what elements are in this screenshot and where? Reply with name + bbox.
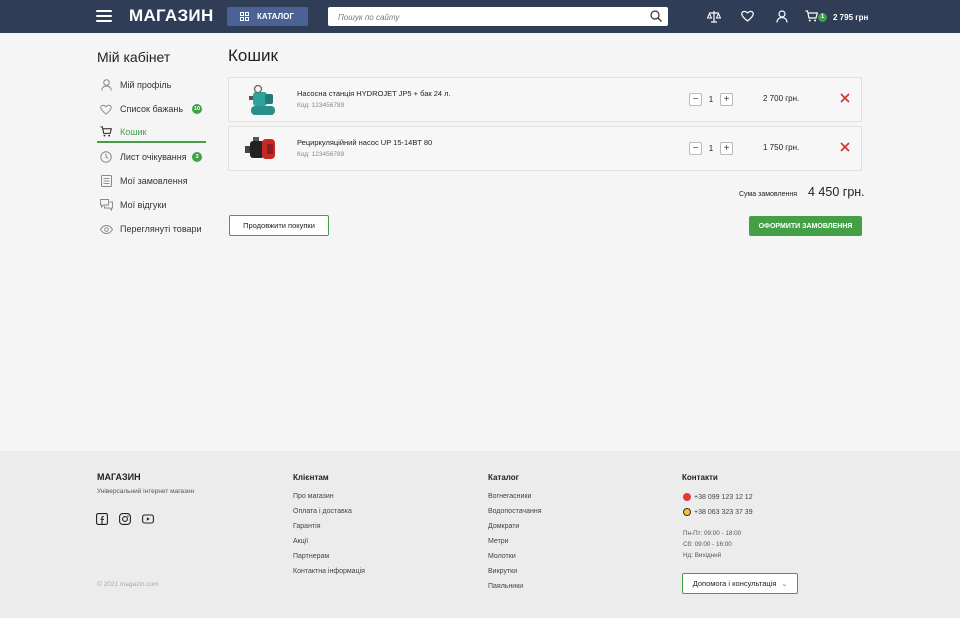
footer-link[interactable]: Метри — [488, 538, 509, 545]
sidebar-item-orders[interactable]: Мої замовлення — [97, 171, 206, 191]
sidebar-item-label: Список бажань — [120, 104, 184, 114]
page-title: Кошик — [228, 46, 278, 65]
sidebar-item-profile[interactable]: Мій профіль — [97, 75, 206, 95]
phone-number: +38 099 123 12 12 — [694, 493, 753, 501]
decrease-qty-button[interactable]: − — [689, 92, 702, 106]
working-hours: Пн-Пт: 09:00 - 18:00 — [683, 530, 742, 537]
grid-icon — [240, 12, 249, 21]
instagram-icon[interactable] — [119, 513, 131, 525]
footer-link[interactable]: Оплата і доставка — [293, 508, 352, 515]
user-icon — [96, 79, 116, 91]
footer-contacts-title: Контакти — [682, 473, 718, 482]
footer-link[interactable]: Контактна інформація — [293, 568, 365, 575]
quantity-stepper: − 1 + — [689, 140, 733, 156]
footer-catalog-title: Каталог — [488, 473, 519, 482]
cart-total[interactable]: 2 795 грн — [833, 13, 868, 22]
youtube-icon[interactable] — [142, 513, 154, 525]
continue-shopping-button[interactable]: Продовжити покупки — [229, 215, 329, 236]
waitlist-count-badge: 3 — [192, 152, 202, 162]
footer-link[interactable]: Молотки — [488, 553, 516, 560]
catalog-label: КАТАЛОГ — [257, 12, 294, 21]
footer-link[interactable]: Про магазин — [293, 493, 334, 500]
sidebar-item-cart[interactable]: Кошик — [97, 122, 206, 143]
footer-link[interactable]: Викрутки — [488, 568, 517, 575]
footer-link[interactable]: Вогнегасники — [488, 493, 531, 500]
wishlist-count-badge: 10 — [192, 104, 202, 114]
facebook-icon[interactable] — [96, 513, 108, 525]
menu-icon[interactable] — [96, 10, 112, 22]
sidebar-item-reviews[interactable]: Мої відгуки — [97, 195, 206, 215]
lifecell-icon — [683, 508, 691, 516]
quantity-value[interactable]: 1 — [709, 95, 713, 104]
remove-item-icon[interactable] — [839, 141, 851, 153]
clock-icon — [96, 151, 116, 163]
phone-number: +38 063 323 37 39 — [694, 508, 753, 516]
increase-qty-button[interactable]: + — [719, 92, 733, 106]
help-label: Допомога і консультація — [692, 579, 777, 588]
footer-link[interactable]: Домкрати — [488, 523, 519, 530]
product-name[interactable]: Насосна станція HYDROJET JP5 + бак 24 л. — [297, 89, 451, 98]
order-sum-label: Сума замовлення — [739, 191, 797, 198]
footer-logo[interactable]: МАГАЗИН — [97, 472, 141, 482]
sidebar-item-label: Мій профіль — [120, 80, 172, 90]
product-name[interactable]: Рециркуляційний насос UP 15-14BT 80 — [297, 138, 432, 147]
sidebar-item-wishlist[interactable]: Список бажань 10 — [97, 99, 206, 119]
sidebar-item-label: Переглянуті товари — [120, 224, 202, 234]
site-footer: МАГАЗИН Універсальний інтернет магазин ©… — [0, 451, 960, 618]
site-logo[interactable]: МАГАЗИН — [129, 6, 214, 26]
footer-clients-title: Клієнтам — [293, 473, 329, 482]
product-code: Код: 123456789 — [297, 151, 345, 158]
sidebar-item-viewed[interactable]: Переглянуті товари — [97, 219, 206, 239]
copyright: © 2021 magazin.com — [97, 581, 159, 588]
search-input[interactable] — [328, 8, 638, 27]
sidebar-item-label: Мої відгуки — [120, 200, 167, 210]
chevron-down-icon: ⌄ — [781, 580, 788, 588]
product-price: 2 700 грн. — [763, 94, 800, 103]
cart-item-row: Насосна станція HYDROJET JP5 + бак 24 л.… — [228, 77, 862, 122]
search-icon[interactable] — [650, 10, 662, 22]
sidebar-item-label: Кошик — [120, 126, 147, 137]
working-hours: Сб: 09:00 - 16:00 — [683, 541, 732, 548]
footer-link[interactable]: Гарантія — [293, 523, 321, 530]
help-consultation-button[interactable]: Допомога і консультація ⌄ — [682, 573, 798, 594]
sidebar-item-label: Лист очікування — [120, 152, 187, 162]
footer-link[interactable]: Акції — [293, 538, 308, 545]
order-sum-value: 4 450 грн. — [808, 185, 865, 199]
footer-phone-lifecell[interactable]: +38 063 323 37 39 — [683, 508, 753, 516]
comments-icon — [96, 199, 116, 211]
working-hours: Нд: Вихідний — [683, 552, 722, 559]
circulation-pump-image[interactable] — [243, 131, 279, 167]
heart-icon — [96, 104, 116, 115]
product-code: Код: 123456789 — [297, 102, 345, 109]
site-header: МАГАЗИН КАТАЛОГ 1 2 795 грн — [0, 0, 960, 33]
sidebar-item-waitlist[interactable]: Лист очікування 3 — [97, 147, 206, 167]
list-icon — [96, 175, 116, 187]
eye-icon — [96, 224, 116, 234]
catalog-button[interactable]: КАТАЛОГ — [227, 7, 308, 26]
cart-icon[interactable] — [805, 10, 818, 22]
search-box — [328, 7, 668, 27]
checkout-button[interactable]: ОФОРМИТИ ЗАМОВЛЕННЯ — [749, 216, 862, 236]
quantity-stepper: − 1 + — [689, 91, 733, 107]
product-price: 1 750 грн. — [763, 143, 800, 152]
increase-qty-button[interactable]: + — [719, 141, 733, 155]
user-icon[interactable] — [776, 10, 788, 23]
remove-item-icon[interactable] — [839, 92, 851, 104]
footer-link[interactable]: Водопостачання — [488, 508, 542, 515]
vodafone-icon — [683, 493, 691, 501]
pump-station-image[interactable] — [243, 82, 279, 118]
compare-scales-icon[interactable] — [707, 10, 721, 23]
heart-icon[interactable] — [741, 10, 754, 22]
footer-link[interactable]: Паяльники — [488, 583, 523, 590]
sidebar-item-label: Мої замовлення — [120, 176, 188, 186]
footer-subtitle: Універсальний інтернет магазин — [97, 488, 195, 495]
cart-item-row: Рециркуляційний насос UP 15-14BT 80 Код:… — [228, 126, 862, 171]
footer-phone-vodafone[interactable]: +38 099 123 12 12 — [683, 493, 753, 501]
footer-link[interactable]: Партнерам — [293, 553, 329, 560]
sidebar-title: Мій кабінет — [97, 49, 171, 65]
cart-count-badge: 1 — [818, 13, 827, 22]
quantity-value[interactable]: 1 — [709, 144, 713, 153]
decrease-qty-button[interactable]: − — [689, 141, 702, 155]
cart-icon — [96, 126, 116, 137]
